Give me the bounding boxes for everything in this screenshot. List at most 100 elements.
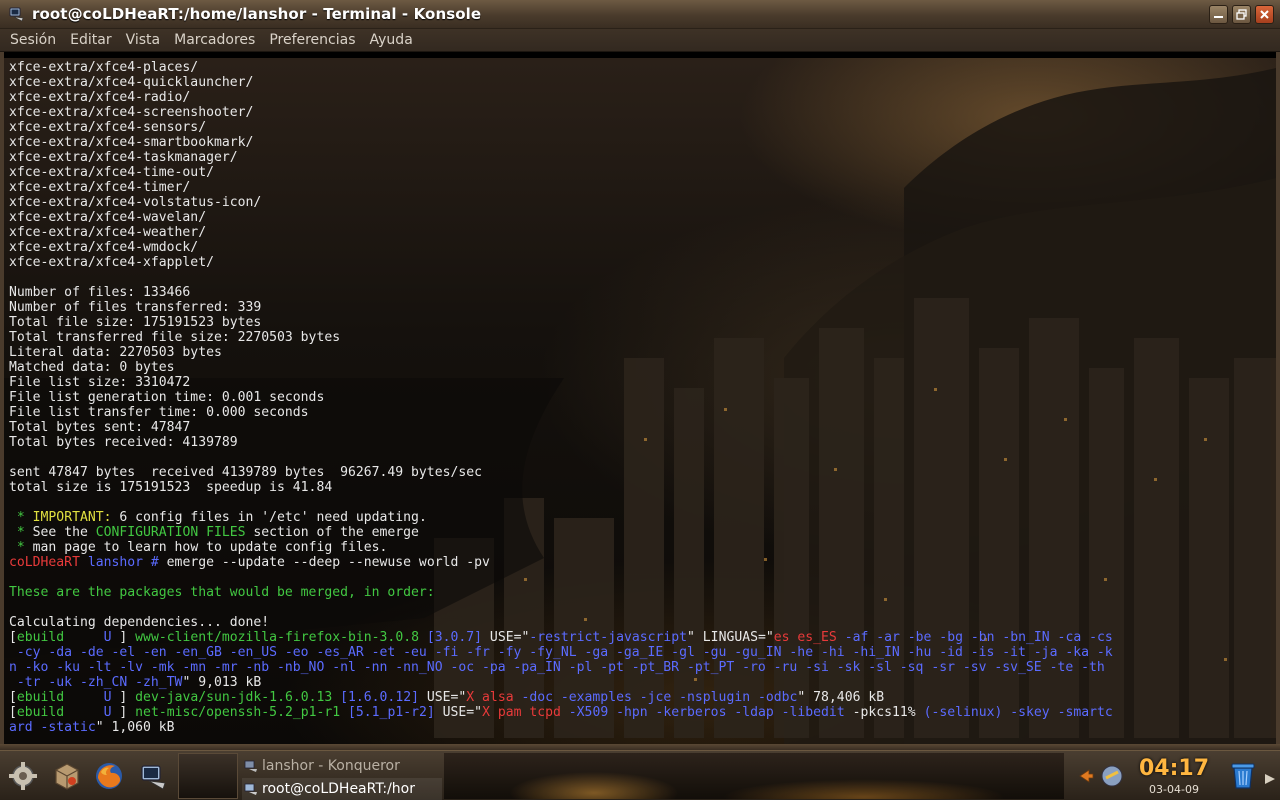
- terminal-text-segment: section of the emerge: [245, 525, 419, 540]
- terminal-line: xfce-extra/xfce4-timer/: [9, 180, 1271, 195]
- terminal-text-segment: " 1,060 kB: [95, 720, 175, 735]
- terminal-text-segment: U: [64, 690, 120, 705]
- terminal-line: File list size: 3310472: [9, 375, 1271, 390]
- firefox-launcher[interactable]: [92, 759, 126, 793]
- terminal-text-segment: Number of files transferred: 339: [9, 300, 262, 315]
- terminal-line: Calculating dependencies... done!: [9, 615, 1271, 630]
- terminal-text-segment: [: [9, 690, 17, 705]
- terminal-text-segment: xfce-extra/xfce4-taskmanager/: [9, 150, 238, 165]
- trash-launcher[interactable]: [1226, 758, 1260, 792]
- terminal-line: xfce-extra/xfce4-volstatus-icon/: [9, 195, 1271, 210]
- terminal-line: xfce-extra/xfce4-places/: [9, 60, 1271, 75]
- task-konqueror-label: lanshor - Konqueror: [262, 758, 400, 774]
- konsole-task-icon: [244, 783, 257, 795]
- terminal-line: xfce-extra/xfce4-wavelan/: [9, 210, 1271, 225]
- terminal-line: -cy -da -de -el -en -en_GB -en_US -eo -e…: [9, 645, 1271, 660]
- menu-editar[interactable]: Editar: [70, 32, 111, 48]
- terminal-text-segment: USE=": [434, 705, 483, 720]
- terminal-line: xfce-extra/xfce4-sensors/: [9, 120, 1271, 135]
- task-konqueror[interactable]: lanshor - Konqueror: [242, 755, 442, 777]
- konsole-launcher[interactable]: [137, 759, 171, 793]
- terminal-text-segment: ebuild: [16, 690, 65, 705]
- menubar: Sesión Editar Vista Marcadores Preferenc…: [0, 29, 1280, 52]
- terminal-text-segment: xfce-extra/xfce4-screenshooter/: [9, 105, 254, 120]
- terminal-line: total size is 175191523 speedup is 41.84: [9, 480, 1271, 495]
- tray-arrow-right-button[interactable]: [1262, 762, 1278, 796]
- terminal-text-segment: ]: [119, 630, 136, 645]
- terminal-text-segment: xfce-extra/xfce4-time-out/: [9, 165, 214, 180]
- terminal-text-segment: U: [64, 630, 120, 645]
- package-launcher[interactable]: [50, 759, 84, 793]
- terminal-line: [ebuild U ] dev-java/sun-jdk-1.6.0.13 [1…: [9, 690, 1271, 705]
- clock-date: 03-04-09: [1149, 783, 1199, 796]
- package-icon: [55, 763, 79, 790]
- terminal-line: Literal data: 2270503 bytes: [9, 345, 1271, 360]
- terminal-view[interactable]: xfce-extra/xfce4-places/xfce-extra/xfce4…: [4, 58, 1276, 744]
- menu-marcadores[interactable]: Marcadores: [174, 32, 255, 48]
- terminal-text-segment: CONFIGURATION FILES: [95, 525, 246, 540]
- terminal-line: -tr -uk -zh_CN -zh_TW" 9,013 kB: [9, 675, 1271, 690]
- terminal-line: coLDHeaRT lanshor # emerge --update --de…: [9, 555, 1271, 570]
- terminal-text-segment: -af -ar -be -bg -bn -bn_IN -ca -cs: [836, 630, 1113, 645]
- menu-ayuda[interactable]: Ayuda: [370, 32, 413, 48]
- terminal-line: n -ko -ku -lt -lv -mk -mn -mr -nb -nb_NO…: [9, 660, 1271, 675]
- tray-arrow-button[interactable]: [1076, 759, 1096, 793]
- konsole-app-icon[interactable]: [8, 5, 26, 23]
- terminal-text-segment: Total bytes received: 4139789: [9, 435, 238, 450]
- desktop-pager[interactable]: [178, 753, 238, 799]
- terminal-output[interactable]: xfce-extra/xfce4-places/xfce-extra/xfce4…: [9, 60, 1271, 735]
- terminal-text-segment: xfce-extra/xfce4-smartbookmark/: [9, 135, 254, 150]
- terminal-text-segment: -tr -uk -zh_CN -zh_TW: [9, 675, 183, 690]
- task-konsole[interactable]: root@coLDHeaRT:/hor: [242, 778, 442, 800]
- terminal-text-segment: Total transferred file size: 2270503 byt…: [9, 330, 341, 345]
- menu-sesion[interactable]: Sesión: [10, 32, 56, 48]
- menu-vista[interactable]: Vista: [126, 32, 161, 48]
- terminal-line: * IMPORTANT: 6 config files in '/etc' ne…: [9, 510, 1271, 525]
- taskbar-clock[interactable]: 04:17 03-04-09: [1134, 756, 1214, 796]
- taskbar: lanshor - Konqueror root@coLDHeaRT:/hor: [0, 750, 1280, 800]
- terminal-text-segment: -restrict-javascript: [529, 630, 688, 645]
- terminal-text-segment: X alsa: [466, 690, 514, 705]
- terminal-text-segment: USE=": [482, 630, 530, 645]
- terminal-text-segment: dev-java/sun-jdk-1.6.0.13: [135, 690, 333, 705]
- terminal-text-segment: xfce-extra/xfce4-wmdock/: [9, 240, 199, 255]
- terminal-line: * man page to learn how to update config…: [9, 540, 1271, 555]
- trash-icon: [1231, 763, 1255, 789]
- terminal-text-segment: Calculating dependencies... done!: [9, 615, 270, 630]
- terminal-text-segment: total size is 175191523 speedup is 41.84: [9, 480, 333, 495]
- terminal-text-segment: xfce-extra/xfce4-xfapplet/: [9, 255, 214, 270]
- terminal-text-segment: n -ko -ku -lt -lv -mk -mn -mr -nb -nb_NO…: [9, 660, 1105, 675]
- firefox-icon: [96, 763, 122, 789]
- maximize-button[interactable]: [1232, 5, 1251, 24]
- terminal-line: xfce-extra/xfce4-quicklauncher/: [9, 75, 1271, 90]
- terminal-text-segment: ]: [119, 705, 136, 720]
- clock-time: 04:17: [1138, 756, 1210, 781]
- terminal-text-segment: [: [9, 630, 17, 645]
- terminal-text-segment: [5.1_p1-r2]: [340, 705, 435, 720]
- terminal-line: * See the CONFIGURATION FILES section of…: [9, 525, 1271, 540]
- window-frame-right[interactable]: [1276, 52, 1280, 750]
- terminal-text-segment: -pkcs11%: [852, 705, 916, 720]
- close-button[interactable]: [1255, 5, 1274, 24]
- terminal-text-segment: es es_ES: [773, 630, 837, 645]
- terminal-text-segment: U: [64, 705, 120, 720]
- terminal-text-segment: net-misc/openssh-5.2_p1-r1: [135, 705, 341, 720]
- taskbar-wallpaper-strip: [444, 753, 1064, 799]
- terminal-text-segment: Number of files: 133466: [9, 285, 191, 300]
- tray-klipper-button[interactable]: [1098, 759, 1126, 793]
- menu-preferencias[interactable]: Preferencias: [269, 32, 355, 48]
- terminal-line: These are the packages that would be mer…: [9, 585, 1271, 600]
- terminal-line: xfce-extra/xfce4-wmdock/: [9, 240, 1271, 255]
- terminal-text-segment: 6 config files in '/etc' need updating.: [111, 510, 427, 525]
- settings-launcher[interactable]: [6, 759, 40, 793]
- terminal-text-segment: xfce-extra/xfce4-quicklauncher/: [9, 75, 254, 90]
- terminal-text-segment: X pam tcpd: [482, 705, 561, 720]
- minimize-button[interactable]: [1209, 5, 1228, 24]
- terminal-text-segment: " 9,013 kB: [182, 675, 262, 690]
- terminal-text-segment: " LINGUAS=": [687, 630, 774, 645]
- window-titlebar[interactable]: root@coLDHeaRT:/home/lanshor - Terminal …: [0, 0, 1280, 29]
